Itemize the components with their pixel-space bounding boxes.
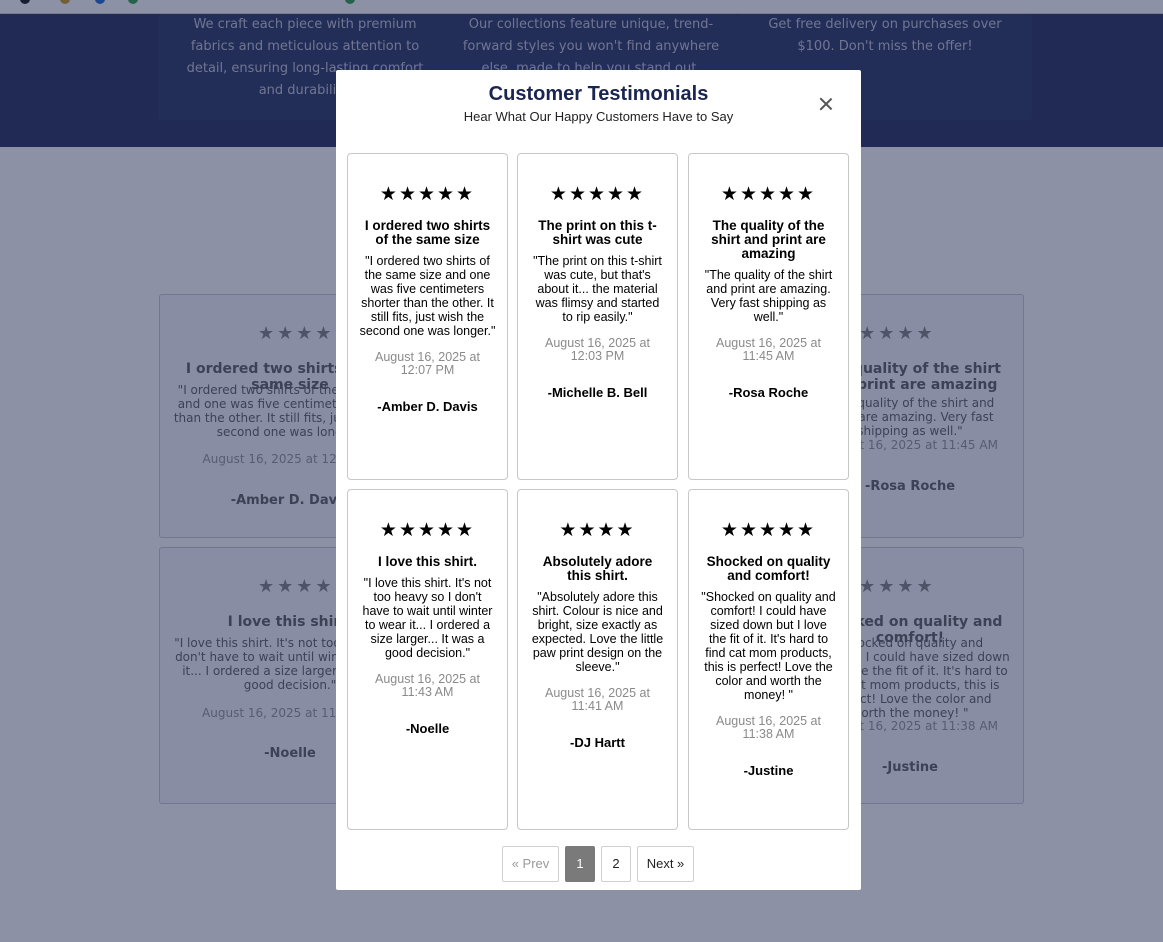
testimonial-card: ★★★★★ I love this shirt. "I love this sh… [347, 489, 508, 830]
testimonial-title: Shocked on quality and comfort! [706, 554, 831, 583]
testimonial-date: August 16, 2025 at 11:45 AM [716, 336, 821, 363]
testimonial-date: August 16, 2025 at 12:07 PM [375, 350, 480, 377]
testimonial-author: -Michelle B. Bell [547, 385, 648, 400]
testimonial-date: August 16, 2025 at 11:38 AM [716, 714, 821, 741]
testimonial-date: August 16, 2025 at 11:43 AM [375, 672, 480, 699]
next-page-button[interactable]: Next » [637, 846, 694, 882]
testimonial-title: I love this shirt. [377, 554, 478, 569]
modal-title: Customer Testimonials [488, 83, 709, 105]
testimonial-card: ★★★★★ I ordered two shirts of the same s… [347, 153, 508, 480]
testimonial-author: -Amber D. Davis [377, 399, 478, 414]
testimonial-body: "Shocked on quality and comfort! I could… [701, 590, 836, 702]
star-rating: ★★★★ [559, 519, 636, 541]
testimonials-modal: Customer Testimonials Hear What Our Happ… [336, 70, 861, 890]
testimonial-card: ★★★★★ The quality of the shirt and print… [688, 153, 849, 480]
testimonial-date: August 16, 2025 at 11:41 AM [545, 686, 650, 713]
testimonial-body: "I love this shirt. It's not too heavy s… [362, 576, 493, 660]
testimonial-title: I ordered two shirts of the same size [364, 218, 491, 247]
close-icon[interactable] [816, 94, 836, 114]
testimonial-title: The quality of the shirt and print are a… [711, 218, 826, 261]
testimonial-author: -Noelle [405, 721, 450, 736]
prev-page-button[interactable]: « Prev [502, 846, 559, 882]
testimonial-title: The print on this t-shirt was cute [538, 218, 657, 247]
star-rating: ★★★★★ [549, 183, 646, 205]
testimonial-card: ★★★★★ The print on this t-shirt was cute… [517, 153, 678, 480]
testimonial-body: "The quality of the shirt and print are … [704, 268, 833, 324]
testimonial-body: "Absolutely adore this shirt. Colour is … [531, 590, 664, 674]
testimonial-body: "The print on this t-shirt was cute, but… [533, 254, 662, 324]
testimonial-author: -Justine [743, 763, 794, 778]
testimonial-card: ★★★★ Absolutely adore this shirt. "Absol… [517, 489, 678, 830]
star-rating: ★★★★★ [379, 183, 476, 205]
star-rating: ★★★★★ [720, 183, 817, 205]
testimonial-card: ★★★★★ Shocked on quality and comfort! "S… [688, 489, 849, 830]
testimonial-date: August 16, 2025 at 12:03 PM [545, 336, 650, 363]
page-2-button[interactable]: 2 [601, 846, 631, 882]
testimonial-title: Absolutely adore this shirt. [542, 554, 653, 583]
page-1-button[interactable]: 1 [565, 846, 595, 882]
star-rating: ★★★★★ [720, 519, 817, 541]
modal-subtitle: Hear What Our Happy Customers Have to Sa… [463, 109, 734, 124]
testimonial-body: "I ordered two shirts of the same size a… [359, 254, 496, 338]
testimonial-author: -Rosa Roche [728, 385, 809, 400]
star-rating: ★★★★★ [379, 519, 476, 541]
testimonial-author: -DJ Hartt [570, 735, 625, 750]
